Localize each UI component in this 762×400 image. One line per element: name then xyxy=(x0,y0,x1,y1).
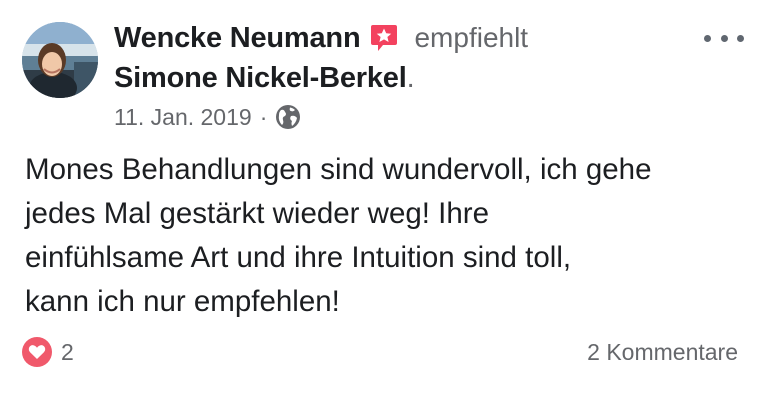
reactions-summary[interactable]: 2 xyxy=(22,337,74,367)
love-heart-icon xyxy=(22,337,52,367)
globe-icon xyxy=(275,104,301,130)
avatar[interactable] xyxy=(22,22,98,98)
avatar-photo xyxy=(22,22,98,98)
dot-icon xyxy=(704,34,711,42)
star-recommendation-icon xyxy=(370,23,398,53)
dot-icon xyxy=(737,34,744,42)
page-name-suffix: . xyxy=(406,61,415,94)
post-footer: 2 2 Kommentare xyxy=(22,334,740,370)
reaction-count: 2 xyxy=(61,338,74,365)
recommended-page: Simone Nickel-Berkel. xyxy=(114,58,415,98)
recommendation-post: Wencke Neumann empfiehlt Simone Nickel-B… xyxy=(0,0,762,400)
action-verb: empfiehlt xyxy=(414,22,529,53)
comments-link[interactable]: 2 Kommentare xyxy=(587,339,738,366)
more-options-button[interactable] xyxy=(704,26,744,50)
page-name[interactable]: Simone Nickel-Berkel xyxy=(114,62,407,95)
post-header: Wencke Neumann empfiehlt xyxy=(114,18,528,58)
author-name[interactable]: Wencke Neumann xyxy=(114,22,361,55)
post-text: Mones Behandlungen sind wundervoll, ich … xyxy=(25,153,652,318)
post-meta: 11. Jan. 2019 · xyxy=(114,100,301,134)
post-date[interactable]: 11. Jan. 2019 xyxy=(114,104,252,131)
date-separator: · xyxy=(259,103,268,130)
dot-icon xyxy=(720,34,728,42)
